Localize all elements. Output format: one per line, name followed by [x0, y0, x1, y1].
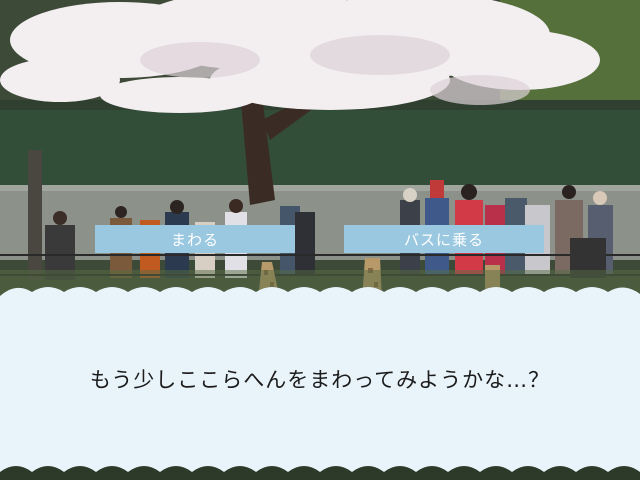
- background-photo-cherry-blossom-zoo: [0, 0, 640, 300]
- choice-button-bus-ni-noru[interactable]: バスに乗る: [344, 225, 544, 253]
- dialogue-text: もう少しここらへんをまわってみようかな…？: [89, 368, 551, 392]
- choice-button-mawaru[interactable]: まわる: [95, 225, 295, 253]
